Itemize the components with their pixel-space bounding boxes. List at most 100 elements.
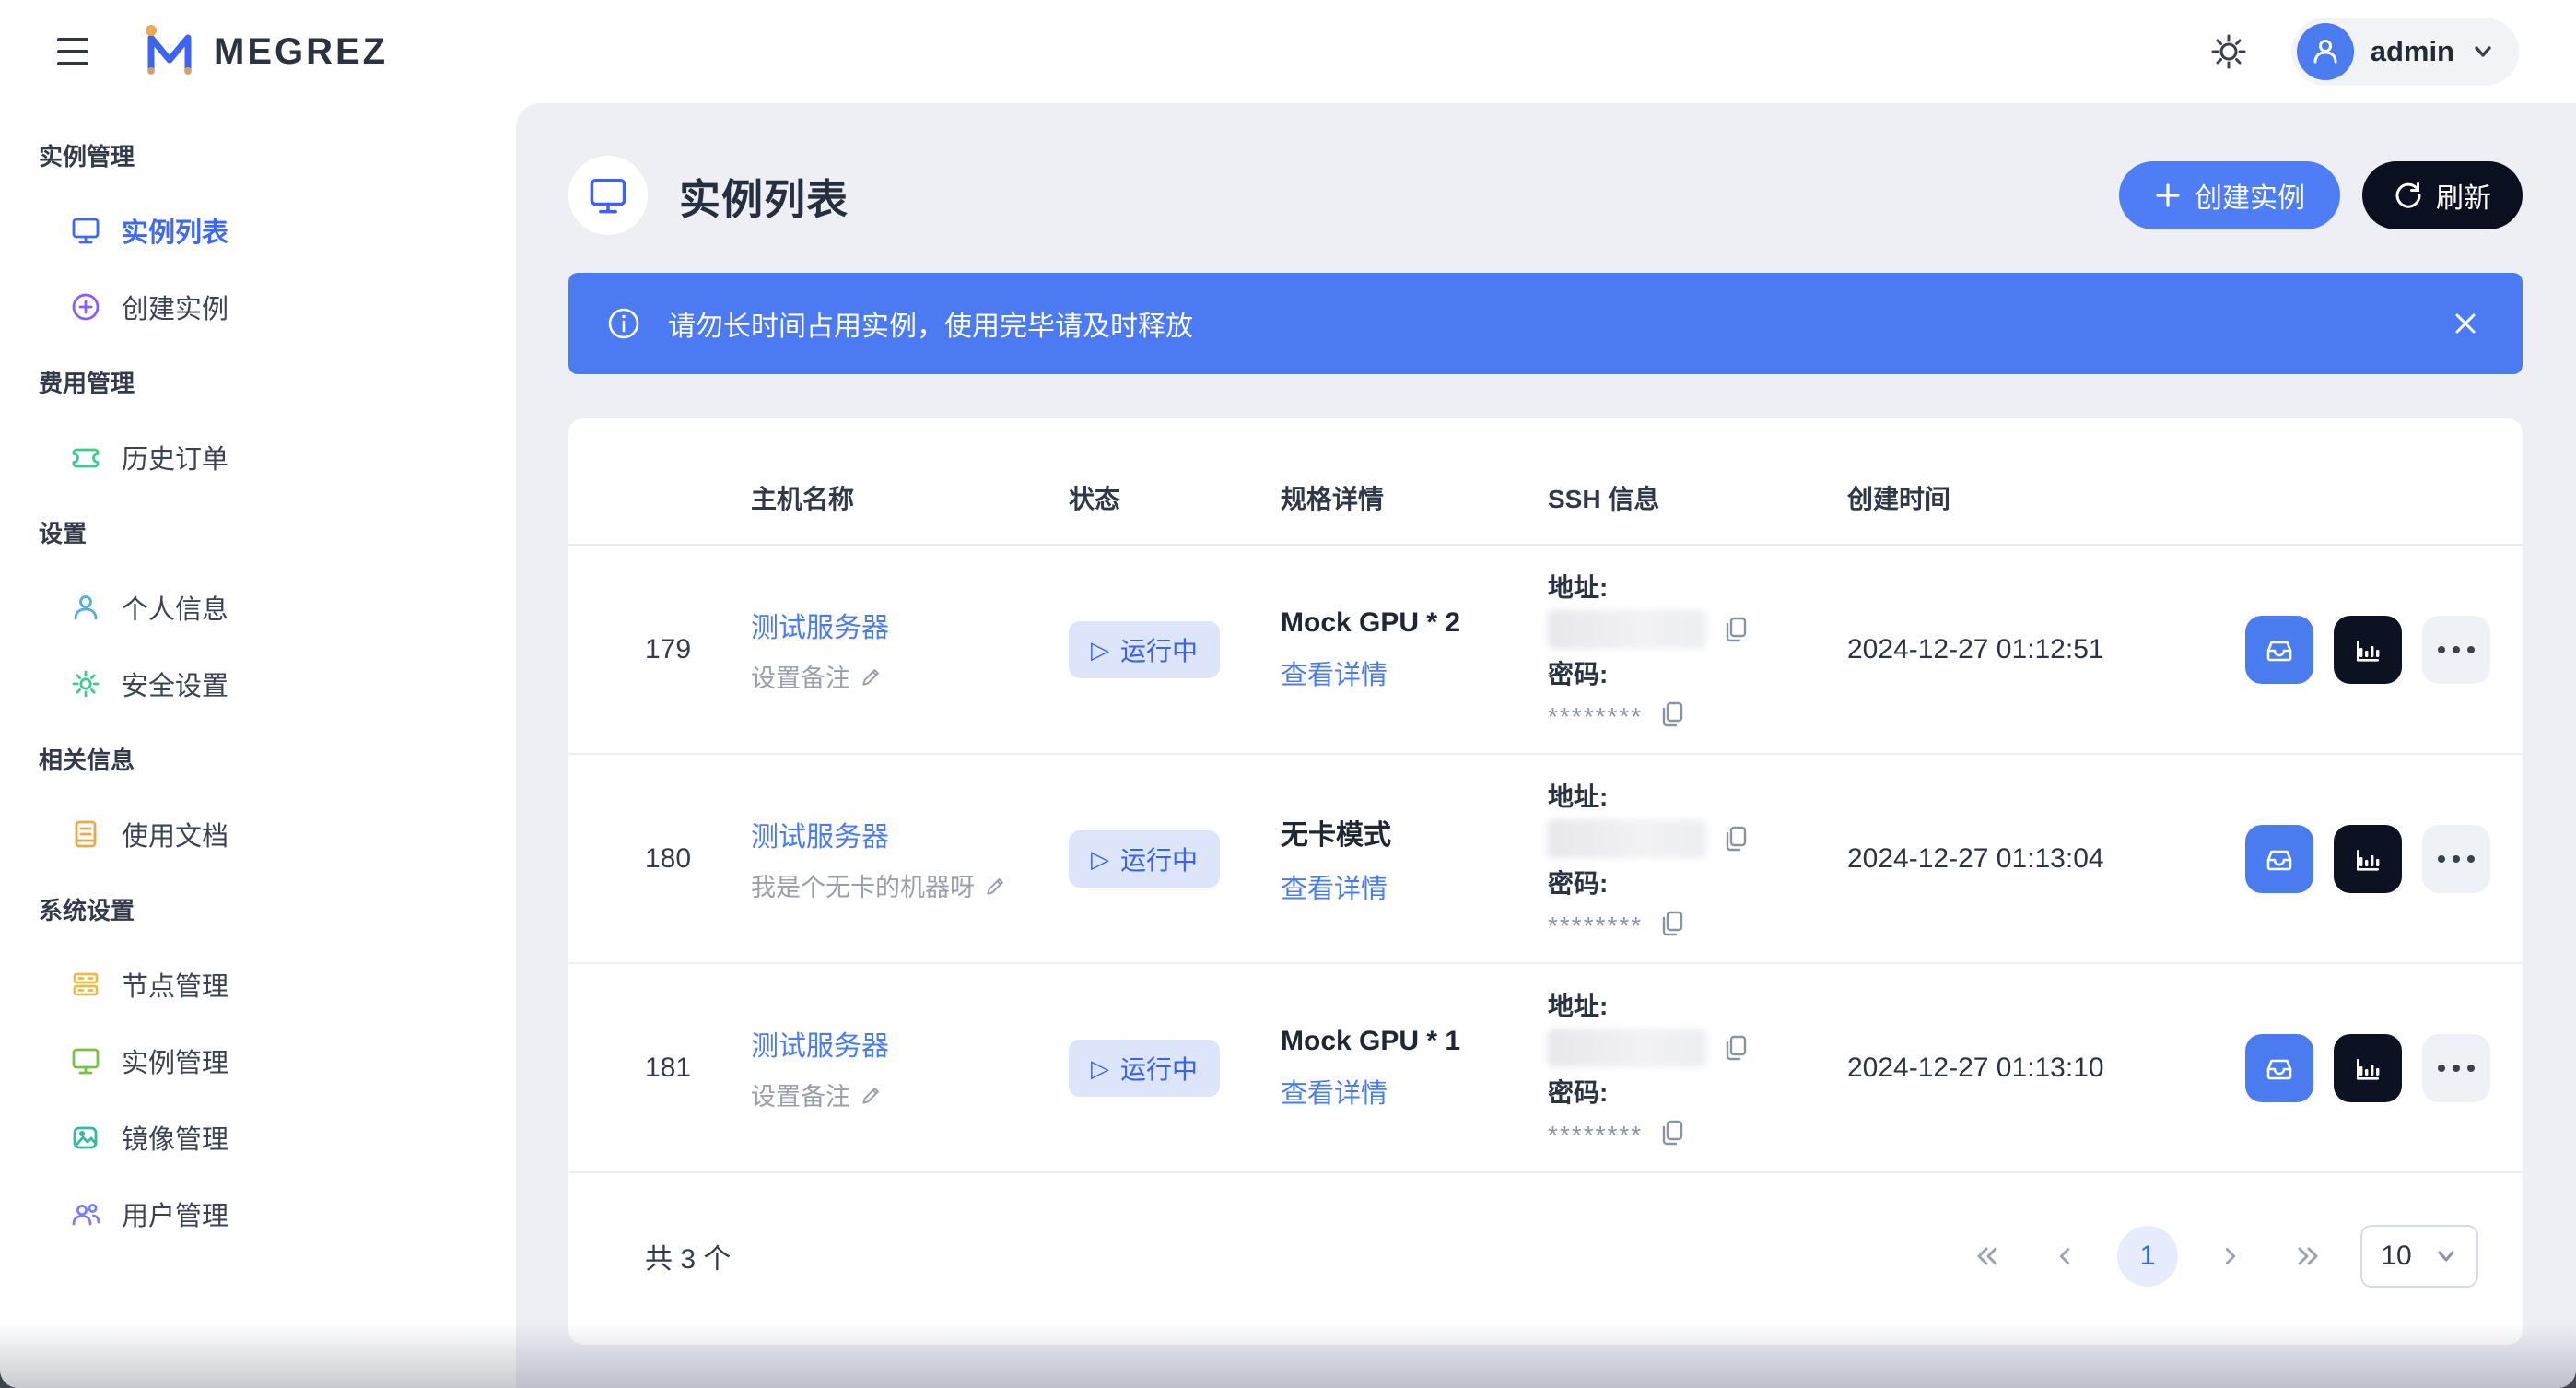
monitoring-button[interactable] <box>2334 616 2402 684</box>
monitoring-button[interactable] <box>2334 1034 2402 1102</box>
sidebar-item-label: 创建实例 <box>122 288 228 326</box>
view-details-link[interactable]: 查看详情 <box>1281 1072 1548 1111</box>
copy-icon[interactable] <box>1721 615 1751 644</box>
sidebar-item-order-history[interactable]: 历史订单 <box>0 418 516 495</box>
note-edit[interactable]: 设置备注 <box>751 658 1069 694</box>
sidebar-item-image-mgmt[interactable]: 镜像管理 <box>0 1099 516 1175</box>
bar-chart-icon <box>2351 1052 2384 1085</box>
spec-name: Mock GPU * 1 <box>1281 1026 1548 1057</box>
console-button[interactable] <box>2245 825 2313 893</box>
col-created: 创建时间 <box>1847 479 2186 544</box>
first-page-button[interactable] <box>1962 1231 2012 1281</box>
sidebar-item-create-instance[interactable]: 创建实例 <box>0 268 516 345</box>
info-icon <box>605 305 642 342</box>
top-bar: MEGREZ admin <box>0 0 2576 103</box>
bar-chart-icon <box>2351 842 2384 876</box>
theme-toggle-sun-icon[interactable] <box>2208 31 2249 72</box>
sidebar-item-docs[interactable]: 使用文档 <box>0 795 516 872</box>
monitor-icon <box>70 1045 101 1076</box>
console-button[interactable] <box>2245 1034 2313 1102</box>
pencil-icon <box>860 665 884 688</box>
bar-chart-icon <box>2351 633 2384 666</box>
hostname-link[interactable]: 测试服务器 <box>751 814 1069 854</box>
sidebar-item-security[interactable]: 安全设置 <box>0 645 516 722</box>
view-details-link[interactable]: 查看详情 <box>1281 653 1548 692</box>
more-actions-button[interactable] <box>2422 825 2490 893</box>
status-badge: ▷运行中 <box>1069 1040 1220 1097</box>
monitor-icon <box>587 174 629 217</box>
sidebar-item-instance-list[interactable]: 实例列表 <box>0 192 516 268</box>
plus-icon <box>2154 182 2182 209</box>
console-button[interactable] <box>2245 616 2313 684</box>
user-menu[interactable]: admin <box>2291 18 2519 86</box>
page-title-badge <box>568 156 648 235</box>
note-edit[interactable]: 设置备注 <box>751 1076 1069 1112</box>
avatar <box>2297 23 2354 80</box>
sidebar-section-related-info: 相关信息 <box>0 722 516 795</box>
current-page[interactable]: 1 <box>2117 1226 2178 1287</box>
sidebar-item-profile[interactable]: 个人信息 <box>0 569 516 645</box>
instance-id: 181 <box>645 1053 751 1084</box>
inbox-icon <box>2262 1051 2297 1086</box>
ellipsis-icon <box>2438 1065 2475 1072</box>
pencil-icon <box>984 874 1008 898</box>
play-icon: ▷ <box>1091 847 1109 871</box>
sidebar-item-label: 节点管理 <box>122 965 228 1004</box>
ticket-icon <box>70 441 101 473</box>
sidebar: 实例管理 实例列表 创建实例 费用管理 历史订单 设置 个人信息 <box>0 103 516 1388</box>
monitoring-button[interactable] <box>2334 825 2402 893</box>
last-page-button[interactable] <box>2283 1231 2333 1281</box>
hostname-link[interactable]: 测试服务器 <box>751 605 1069 645</box>
sidebar-item-label: 用户管理 <box>122 1194 228 1233</box>
hostname-link[interactable]: 测试服务器 <box>751 1023 1069 1064</box>
prev-page-button[interactable] <box>2040 1231 2090 1281</box>
table-footer: 共 3 个 1 10 <box>568 1173 2523 1339</box>
ssh-password-label: 密码: <box>1548 1073 1847 1110</box>
brand-name: MEGREZ <box>214 31 388 73</box>
copy-icon[interactable] <box>1657 909 1687 938</box>
ellipsis-icon <box>2438 646 2475 653</box>
refresh-button[interactable]: 刷新 <box>2362 161 2523 229</box>
pagination: 1 10 <box>1962 1225 2478 1288</box>
copy-icon[interactable] <box>1721 824 1751 853</box>
megrez-logo-icon <box>140 23 201 80</box>
next-page-button[interactable] <box>2206 1231 2255 1281</box>
copy-icon[interactable] <box>1721 1033 1751 1063</box>
copy-icon[interactable] <box>1657 1118 1687 1147</box>
sidebar-item-instance-mgmt[interactable]: 实例管理 <box>0 1022 516 1099</box>
pencil-icon <box>860 1083 884 1107</box>
spec-name: Mock GPU * 2 <box>1281 607 1548 639</box>
ssh-password-masked: ******** <box>1548 1115 1643 1150</box>
person-icon <box>70 592 101 623</box>
banner-message: 请勿长时间占用实例，使用完毕请及时释放 <box>668 303 1193 344</box>
ssh-address-label: 地址: <box>1548 777 1847 814</box>
image-icon <box>70 1122 101 1153</box>
page-title: 实例列表 <box>679 166 849 226</box>
copy-icon[interactable] <box>1657 700 1687 729</box>
col-hostname: 主机名称 <box>751 479 1069 544</box>
chevron-down-icon <box>2434 1244 2458 1268</box>
instance-table-card: 主机名称 状态 规格详情 SSH 信息 创建时间 179 测试服务器 设置备注 <box>568 418 2523 1345</box>
page-size-select[interactable]: 10 <box>2360 1225 2478 1288</box>
sidebar-section-system: 系统设置 <box>0 872 516 946</box>
view-details-link[interactable]: 查看详情 <box>1281 867 1548 906</box>
create-instance-button[interactable]: 创建实例 <box>2119 161 2340 229</box>
menu-icon[interactable] <box>57 23 114 80</box>
ssh-password-label: 密码: <box>1548 654 1847 691</box>
sidebar-item-node-mgmt[interactable]: 节点管理 <box>0 946 516 1022</box>
col-ssh: SSH 信息 <box>1548 479 1847 544</box>
table-header-row: 主机名称 状态 规格详情 SSH 信息 创建时间 <box>568 418 2523 546</box>
more-actions-button[interactable] <box>2422 616 2490 684</box>
status-badge: ▷运行中 <box>1069 830 1220 888</box>
sidebar-section-settings: 设置 <box>0 495 516 569</box>
ssh-address-redacted <box>1548 1029 1706 1067</box>
more-actions-button[interactable] <box>2422 1034 2490 1102</box>
close-icon[interactable] <box>2445 303 2486 344</box>
sidebar-item-label: 镜像管理 <box>122 1118 228 1157</box>
ssh-address-redacted <box>1548 819 1706 858</box>
sidebar-item-user-mgmt[interactable]: 用户管理 <box>0 1175 516 1252</box>
sidebar-section-billing: 费用管理 <box>0 345 516 418</box>
note-edit[interactable]: 我是个无卡的机器呀 <box>751 867 1069 903</box>
sidebar-item-label: 实例管理 <box>122 1041 228 1080</box>
ssh-password-masked: ******** <box>1548 697 1643 732</box>
